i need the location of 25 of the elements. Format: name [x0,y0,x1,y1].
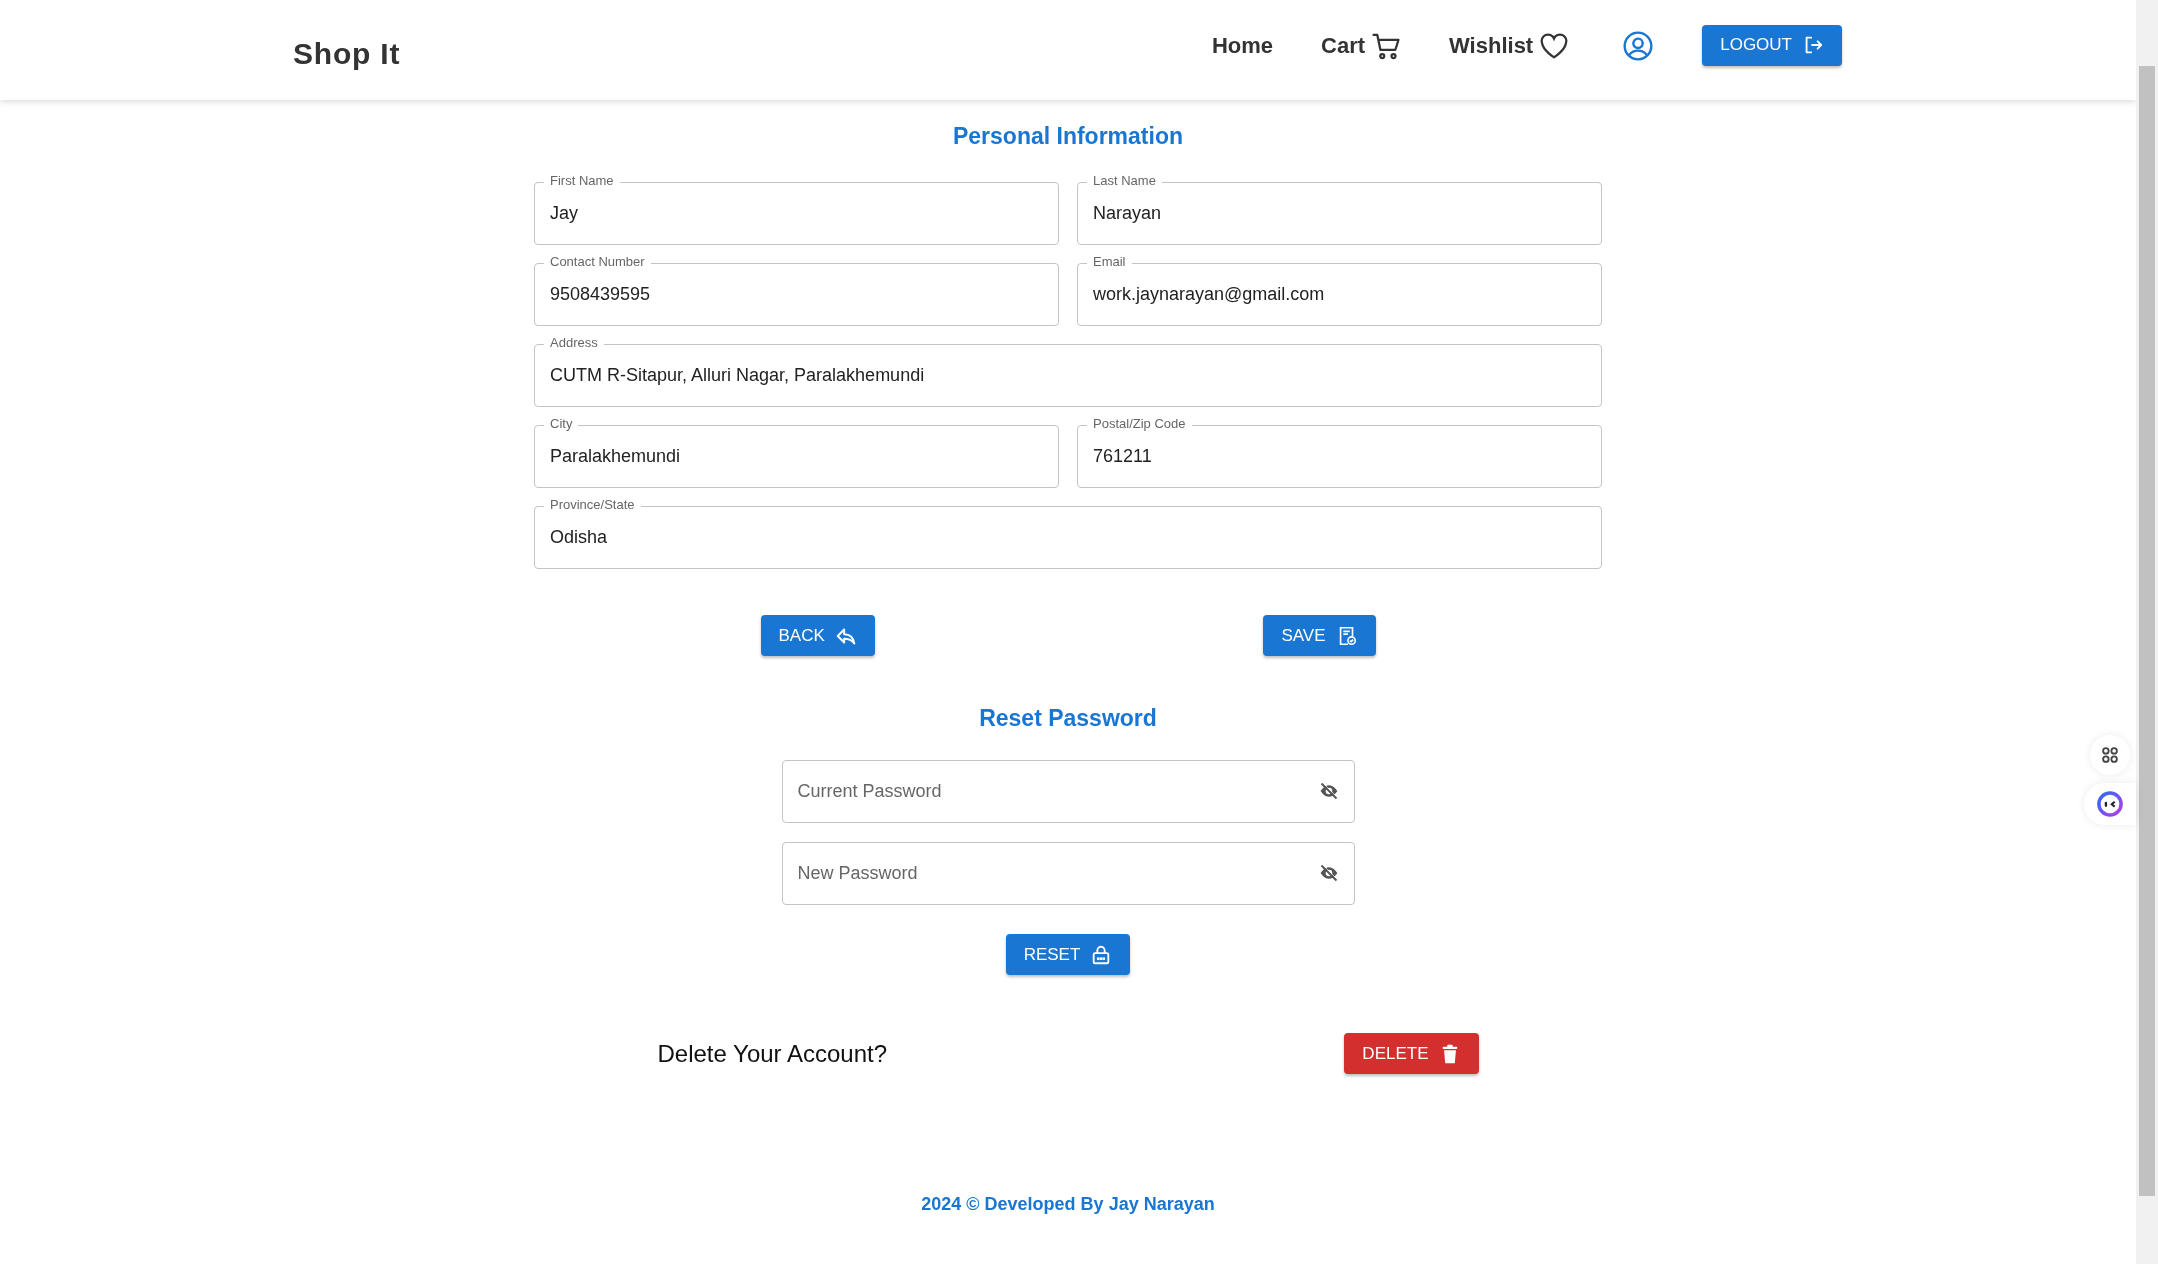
heart-icon [1539,31,1570,61]
save-button[interactable]: SAVE [1263,615,1376,656]
nav-link[interactable]: Cart [1321,31,1402,61]
apps-grid-icon[interactable] [2090,735,2130,775]
logout-button[interactable]: LOGOUT [1702,24,1842,66]
section-title: Reset Password [979,704,1157,732]
field-label: City [544,416,579,432]
password-field[interactable]: New Password [781,842,1355,905]
user-account-icon[interactable] [1622,30,1655,62]
hide-password-icon[interactable] [1318,863,1339,883]
password-field[interactable]: Current Password [781,760,1355,823]
assistant-face-icon[interactable] [2084,783,2136,825]
cart-icon [1371,31,1402,61]
hide-password-icon[interactable] [1318,781,1339,801]
delete-account-prompt: Delete Your Account? [657,1039,887,1068]
nav-link[interactable]: Home [1211,33,1274,59]
footer-text: 2024 © Developed By Jay Narayan [921,1194,1215,1215]
field-label: Postal/Zip Code [1087,416,1192,432]
back-button[interactable]: BACK [760,615,875,656]
reset-button[interactable]: RESET [1005,934,1131,975]
scrollbar[interactable] [2136,0,2158,1264]
section-title: Personal Information [952,122,1183,150]
delete-button[interactable]: DELETE [1344,1033,1479,1074]
nav-link[interactable]: Wishlist [1449,31,1570,61]
logo-text: Shop It [293,37,401,71]
